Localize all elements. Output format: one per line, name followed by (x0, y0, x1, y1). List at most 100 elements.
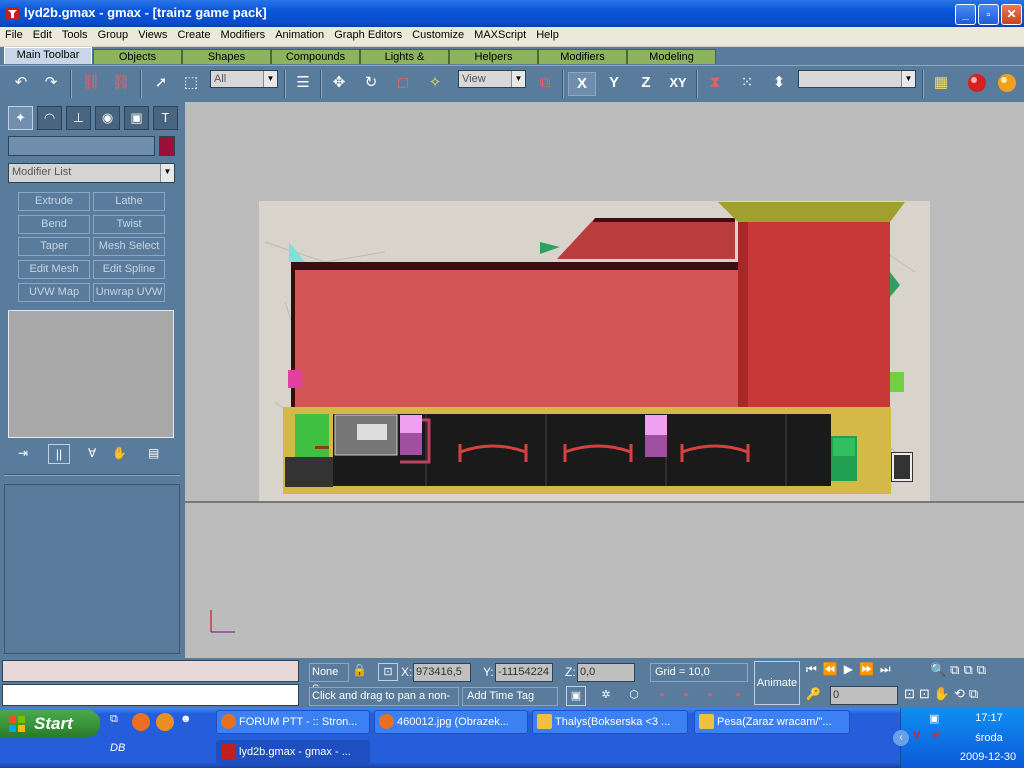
pivot-center-icon[interactable]: ⧉ (532, 72, 558, 96)
remove-modifier-icon[interactable]: ✋ (112, 446, 130, 464)
modifier-list-dropdown[interactable]: Modifier List ▼ (8, 163, 175, 183)
rotate-icon[interactable]: ↻ (358, 72, 384, 96)
menu-views[interactable]: Views (133, 27, 167, 41)
mirror-icon[interactable]: ⧗ (702, 72, 728, 96)
messenger-icon[interactable]: ☻ (180, 713, 198, 731)
link-icon[interactable]: ⛓ (78, 72, 104, 96)
tab-main-toolbar[interactable]: Main Toolbar (4, 47, 92, 64)
show-desktop-icon[interactable]: ⧉ (110, 713, 128, 731)
network-icon[interactable]: ▣ (929, 712, 945, 726)
select-arrow-icon[interactable]: ➚ (148, 72, 174, 96)
axis-z-button[interactable]: Z (632, 72, 660, 96)
z-coord-field[interactable]: 0,0 (577, 663, 635, 682)
x-coord-field[interactable]: 973416,5 (413, 663, 471, 682)
clock-time[interactable]: 17:17 (959, 712, 1019, 724)
animate-button[interactable]: Animate (754, 661, 800, 705)
maxscript-listener-top[interactable] (2, 660, 299, 682)
maxscript-listener-bottom[interactable] (2, 684, 299, 706)
menu-tools[interactable]: Tools (57, 27, 88, 41)
display-tab-icon[interactable]: ▣ (124, 106, 149, 130)
reference-coord-dropdown[interactable]: View ▼ (458, 70, 526, 88)
unlink-icon[interactable]: ⛓ (108, 72, 134, 96)
create-tab-icon[interactable]: ✦ (8, 106, 33, 130)
snap-3-icon[interactable]: ⌖ (700, 686, 720, 706)
select-by-name-icon[interactable]: ☰ (290, 72, 316, 96)
menu-modifiers[interactable]: Modifiers (216, 27, 266, 41)
pin-stack-icon[interactable]: ⇥ (18, 446, 38, 464)
menu-maxscript[interactable]: MAXScript (469, 27, 526, 41)
layers-icon[interactable]: ▦ (928, 72, 954, 96)
edit-mesh-button[interactable]: Edit Mesh (18, 260, 90, 279)
snap-toggle-icon[interactable]: ▣ (566, 686, 586, 706)
minimize-button[interactable]: _ (955, 4, 976, 25)
tab-modifiers[interactable]: Modifiers (538, 49, 627, 64)
tab-shapes[interactable]: Shapes (182, 49, 271, 64)
twist-button[interactable]: Twist (93, 215, 165, 234)
angle-snap-icon[interactable]: ✲ (596, 686, 616, 706)
add-time-tag[interactable]: Add Time Tag (462, 687, 558, 706)
menu-animation[interactable]: Animation (270, 27, 324, 41)
task-gmax[interactable]: lyd2b.gmax - gmax - ... (216, 740, 370, 764)
viewport-nav-row2[interactable]: ⊡⊡✋⟲⧉ (904, 686, 1022, 706)
firefox-icon[interactable] (132, 713, 150, 731)
db-icon[interactable]: DB (110, 742, 130, 760)
menu-edit[interactable]: Edit (28, 27, 52, 41)
scale-icon[interactable]: ◻ (390, 72, 416, 96)
browser-icon[interactable] (156, 713, 174, 731)
absolute-mode-icon[interactable]: ⊡ (378, 663, 398, 681)
shield-icon[interactable]: ⛨ (931, 730, 947, 746)
current-frame-field[interactable]: 0 (830, 686, 898, 705)
menu-group[interactable]: Group (93, 27, 129, 41)
tab-lights-cameras[interactable]: Lights & Cameras (360, 49, 449, 77)
expand-tray-icon[interactable]: ‹ (893, 730, 909, 746)
viewport-front[interactable] (185, 102, 1024, 658)
viewport-nav-row1[interactable]: 🔍⧉⧉⧉ (930, 662, 1022, 682)
lathe-button[interactable]: Lathe (93, 192, 165, 211)
select-region-icon[interactable]: ⬚ (178, 72, 204, 96)
motion-tab-icon[interactable]: ◉ (95, 106, 120, 130)
object-name-field[interactable] (8, 136, 155, 156)
maximize-button[interactable]: ▫ (978, 4, 999, 25)
named-selection-dropdown[interactable]: ▼ (798, 70, 916, 88)
uvw-map-button[interactable]: UVW Map (18, 283, 90, 302)
render-icon[interactable] (994, 72, 1020, 96)
show-end-result-icon[interactable]: || (48, 444, 70, 464)
edit-spline-button[interactable]: Edit Spline (93, 260, 165, 279)
axis-xy-button[interactable]: XY (664, 72, 692, 96)
axis-x-button[interactable]: X (568, 72, 596, 96)
bend-button[interactable]: Bend (18, 215, 90, 234)
title-bar[interactable]: lyd2b.gmax - gmax - [trainz game pack] _… (0, 0, 1024, 27)
taper-button[interactable]: Taper (18, 237, 90, 256)
mesh-select-button[interactable]: Mesh Select (93, 237, 165, 256)
object-color-swatch[interactable] (159, 136, 175, 156)
undo-icon[interactable]: ↶ (8, 72, 34, 96)
redo-icon[interactable]: ↷ (38, 72, 64, 96)
configure-sets-icon[interactable]: ▤ (148, 446, 166, 464)
playback-controls[interactable]: ⏮⏪▶⏩⏭ (806, 662, 928, 682)
start-button[interactable]: Start (0, 710, 100, 737)
task-image-viewer[interactable]: 460012.jpg (Obrazek... (374, 710, 528, 734)
percent-snap-icon[interactable]: ⬡ (624, 686, 644, 706)
task-forum-ptt[interactable]: FORUM PTT - :: Stron... (216, 710, 370, 734)
menu-help[interactable]: Help (531, 27, 559, 41)
menu-create[interactable]: Create (172, 27, 210, 41)
snap-2-icon[interactable]: ⌖ (676, 686, 696, 706)
align-icon[interactable]: ⬍ (766, 72, 792, 96)
snap-4-icon[interactable]: ⌖ (728, 686, 748, 706)
modify-tab-icon[interactable]: ◠ (37, 106, 62, 130)
close-button[interactable]: ✕ (1001, 4, 1022, 25)
tab-objects[interactable]: Objects (93, 49, 182, 64)
pivot-icon[interactable]: ✧ (422, 72, 448, 96)
task-pesa[interactable]: Pesa(Zaraz wracam/"... (694, 710, 850, 734)
menu-graph-editors[interactable]: Graph Editors (329, 27, 402, 41)
unwrap-uvw-button[interactable]: Unwrap UVW (93, 283, 165, 302)
hierarchy-tab-icon[interactable]: ⊥ (66, 106, 91, 130)
task-thalys[interactable]: Thalys(Bokserska <3 ... (532, 710, 688, 734)
key-mode-icon[interactable]: 🔑 (806, 687, 826, 707)
extrude-button[interactable]: Extrude (18, 192, 90, 211)
selection-filter-dropdown[interactable]: All ▼ (210, 70, 278, 88)
spinner-snap-icon[interactable]: ⌖ (652, 686, 672, 706)
array-icon[interactable]: ⁙ (734, 72, 760, 96)
modifier-stack-list[interactable] (8, 310, 174, 438)
menu-file[interactable]: File (0, 27, 23, 41)
